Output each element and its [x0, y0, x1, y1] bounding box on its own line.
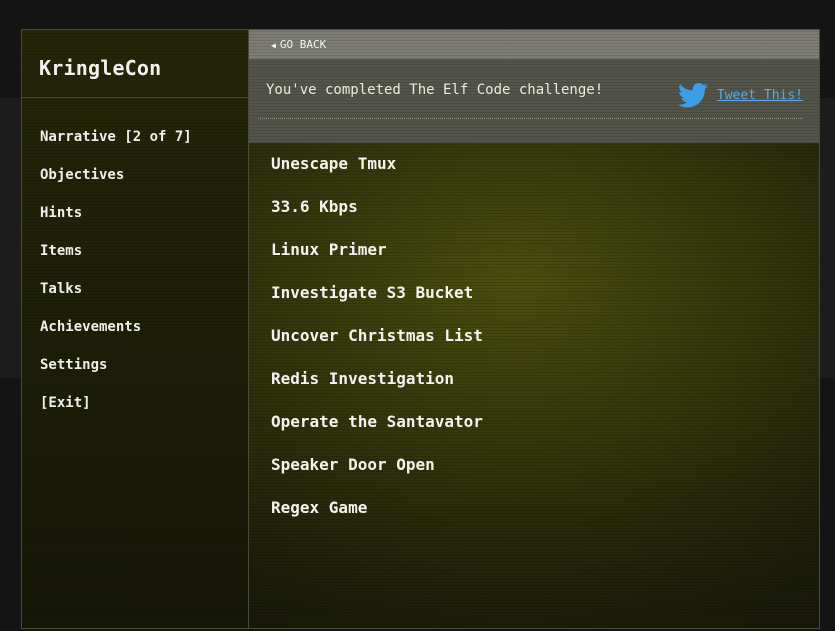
- sidebar-item-settings[interactable]: Settings: [22, 356, 248, 394]
- objective-item[interactable]: 33.6 Kbps: [271, 197, 819, 240]
- sidebar-item-narrative[interactable]: Narrative [2 of 7]: [22, 128, 248, 166]
- app-title: KringleCon: [22, 30, 248, 98]
- objective-item[interactable]: Operate the Santavator: [271, 412, 819, 455]
- sidebar-item-items[interactable]: Items: [22, 242, 248, 280]
- divider: [258, 118, 803, 119]
- tweet-this[interactable]: Tweet This!: [677, 83, 803, 108]
- main-content: ◀ GO BACK You've completed The Elf Code c…: [249, 30, 819, 628]
- objective-item[interactable]: Uncover Christmas List: [271, 326, 819, 369]
- go-back-label: GO BACK: [279, 38, 327, 51]
- objective-item[interactable]: Unescape Tmux: [271, 154, 819, 197]
- objectives-list: Unescape Tmux 33.6 Kbps Linux Primer Inv…: [249, 143, 819, 541]
- triangle-left-icon: ◀: [271, 41, 276, 50]
- twitter-bird-icon[interactable]: [677, 83, 708, 108]
- objective-item[interactable]: Speaker Door Open: [271, 455, 819, 498]
- sidebar-nav: Narrative [2 of 7] Objectives Hints Item…: [22, 98, 248, 432]
- sidebar-item-achievements[interactable]: Achievements: [22, 318, 248, 356]
- objective-item[interactable]: Investigate S3 Bucket: [271, 283, 819, 326]
- objective-item[interactable]: Redis Investigation: [271, 369, 819, 412]
- objective-item[interactable]: Linux Primer: [271, 240, 819, 283]
- sidebar-item-hints[interactable]: Hints: [22, 204, 248, 242]
- objective-item[interactable]: Regex Game: [271, 498, 819, 541]
- sidebar-item-exit[interactable]: [Exit]: [22, 394, 248, 432]
- sidebar-item-objectives[interactable]: Objectives: [22, 166, 248, 204]
- tweet-this-link[interactable]: Tweet This!: [717, 88, 803, 103]
- sidebar: KringleCon Narrative [2 of 7] Objectives…: [22, 30, 249, 628]
- sidebar-item-talks[interactable]: Talks: [22, 280, 248, 318]
- completion-message: You've completed The Elf Code challenge!: [266, 82, 604, 98]
- completion-banner: You've completed The Elf Code challenge!…: [249, 59, 819, 143]
- go-back-button[interactable]: ◀ GO BACK: [249, 30, 819, 59]
- kringlecon-panel: KringleCon Narrative [2 of 7] Objectives…: [21, 29, 820, 629]
